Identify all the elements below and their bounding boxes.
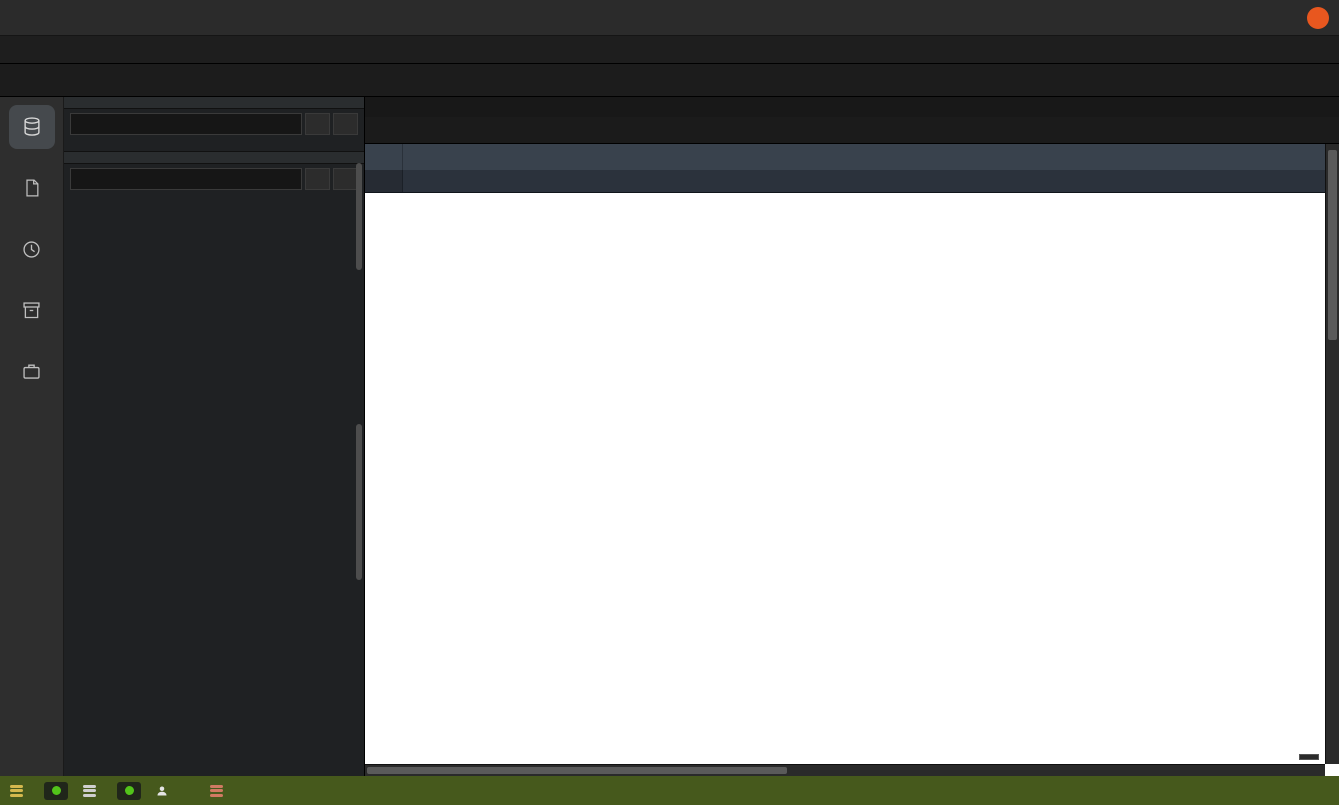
filter-row <box>365 170 1339 193</box>
database-icon <box>210 785 223 797</box>
rail-filter-icon[interactable] <box>9 410 55 454</box>
rail-databases-icon[interactable] <box>9 105 55 149</box>
vertical-scrollbar <box>1325 144 1339 764</box>
tables-search-row <box>64 164 364 194</box>
rail-plugins-icon[interactable] <box>9 349 55 393</box>
status-bar <box>0 776 1339 805</box>
sidebar-scrollbar-thumb[interactable] <box>356 163 362 270</box>
tables-header <box>64 151 364 164</box>
connections-search-row <box>64 109 364 139</box>
user-icon <box>156 785 168 797</box>
refresh-connections-icon[interactable] <box>333 113 358 135</box>
grid-corner-expand[interactable] <box>365 144 403 170</box>
statusbar-version <box>210 785 229 797</box>
grid-header <box>365 144 1339 170</box>
toolbar <box>0 64 1339 97</box>
green-dot-icon <box>52 786 61 795</box>
toolbar-right-buttons <box>1333 64 1339 96</box>
database-tabs <box>365 97 1339 117</box>
file-tabs <box>365 117 1339 144</box>
green-dot-icon <box>125 786 134 795</box>
horizontal-scrollbar-thumb[interactable] <box>367 767 787 774</box>
statusbar-database[interactable] <box>10 785 29 797</box>
grid-body <box>365 193 1339 776</box>
sidebar-rail <box>0 97 64 776</box>
menu-bar <box>0 36 1339 64</box>
statusbar-user <box>156 785 174 797</box>
window-controls <box>1267 0 1329 36</box>
filter-corner <box>365 170 403 192</box>
close-button[interactable] <box>1307 7 1329 29</box>
data-grid <box>365 144 1339 776</box>
add-connection-icon[interactable] <box>305 113 330 135</box>
rail-files-icon[interactable] <box>9 166 55 210</box>
vertical-scrollbar-thumb[interactable] <box>1328 150 1337 340</box>
tables-group[interactable] <box>64 194 364 220</box>
horizontal-scrollbar <box>365 764 1325 776</box>
refresh-tables-icon[interactable] <box>333 168 358 190</box>
filter-cells <box>403 170 1339 192</box>
add-table-icon[interactable] <box>305 168 330 190</box>
rail-archive-icon[interactable] <box>9 288 55 332</box>
rail-history-icon[interactable] <box>9 227 55 271</box>
database-icon <box>10 785 23 797</box>
statusbar-connection[interactable] <box>83 785 102 797</box>
title-bar <box>0 0 1339 36</box>
status-dot-badge <box>44 782 68 800</box>
connections-search-input[interactable] <box>70 113 302 135</box>
selection-stats-tooltip <box>1299 754 1319 760</box>
column-headers <box>403 144 1339 170</box>
status-dot-badge <box>117 782 141 800</box>
database-icon <box>83 785 96 797</box>
left-panel <box>64 97 365 776</box>
main-area <box>365 97 1339 776</box>
connections-header <box>64 97 364 109</box>
sidebar-scrollbar-thumb[interactable] <box>356 424 362 580</box>
tables-search-input[interactable] <box>70 168 302 190</box>
